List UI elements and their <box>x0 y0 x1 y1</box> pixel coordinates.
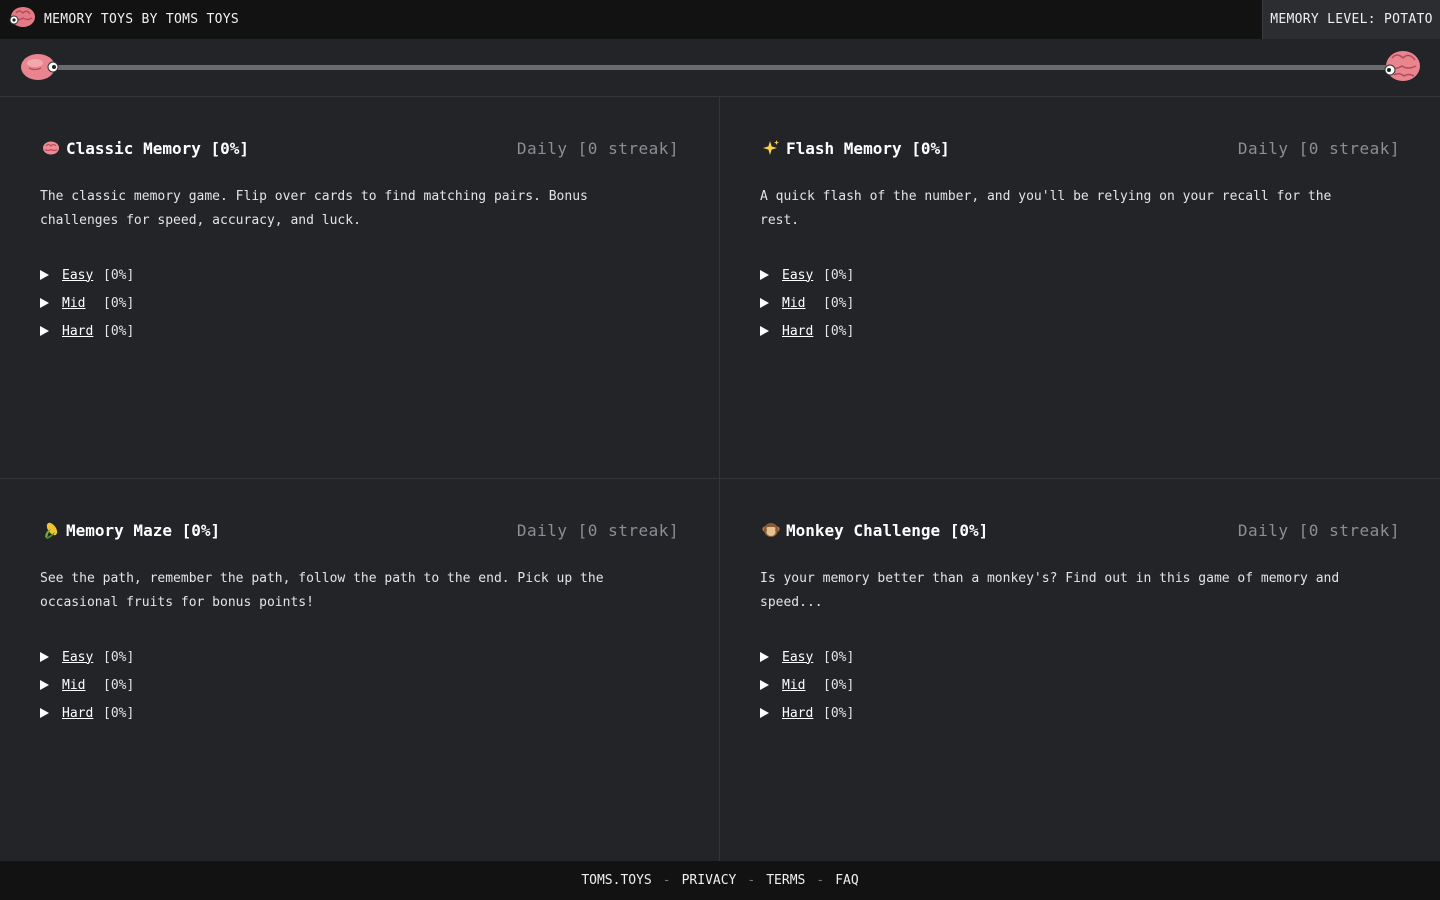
game-card-monkey-challenge: Monkey Challenge [0%] Daily [0 streak] I… <box>720 479 1440 861</box>
play-icon <box>760 326 769 336</box>
sparkles-icon <box>760 137 782 159</box>
level-mid[interactable]: Mid [0%] <box>40 671 679 699</box>
level-pct: [0%] <box>103 295 135 311</box>
monkey-icon <box>760 519 782 541</box>
daily-streak[interactable]: Daily [0 streak] <box>1238 139 1400 158</box>
play-icon <box>40 326 49 336</box>
level-pct: [0%] <box>823 649 855 665</box>
play-icon <box>40 680 49 690</box>
brain-icon <box>40 137 62 159</box>
game-title: Flash Memory <box>786 138 902 158</box>
level-link[interactable]: Hard <box>62 706 103 721</box>
play-icon <box>40 298 49 308</box>
level-link[interactable]: Mid <box>62 678 103 693</box>
level-pct: [0%] <box>823 677 855 693</box>
play-icon <box>760 708 769 718</box>
small-brain-icon <box>19 51 61 87</box>
daily-streak[interactable]: Daily [0 streak] <box>1238 521 1400 540</box>
footer-separator: - <box>816 873 825 888</box>
game-description: The classic memory game. Flip over cards… <box>40 189 588 228</box>
level-list: Easy [0%] Mid [0%] Hard [0%] <box>760 643 1400 727</box>
top-bar: MEMORY TOYS BY TOMS TOYS MEMORY LEVEL: P… <box>0 0 1440 39</box>
daily-streak[interactable]: Daily [0 streak] <box>517 139 679 158</box>
footer-link-faq[interactable]: FAQ <box>835 873 858 888</box>
level-link[interactable]: Hard <box>782 324 823 339</box>
corn-icon <box>40 519 62 541</box>
game-description: See the path, remember the path, follow … <box>40 571 604 610</box>
game-description: A quick flash of the number, and you'll … <box>760 189 1332 228</box>
game-description: Is your memory better than a monkey's? F… <box>760 571 1340 610</box>
progress-track <box>50 65 1390 70</box>
play-icon <box>40 708 49 718</box>
level-link[interactable]: Mid <box>782 296 823 311</box>
game-title: Monkey Challenge <box>786 520 941 540</box>
game-title-link[interactable]: Memory Maze [0%] <box>40 519 220 541</box>
level-pct: [0%] <box>103 677 135 693</box>
game-title-link[interactable]: Monkey Challenge [0%] <box>760 519 988 541</box>
level-link[interactable]: Easy <box>782 268 823 283</box>
level-pct: [0%] <box>103 267 135 283</box>
level-mid[interactable]: Mid [0%] <box>760 289 1400 317</box>
level-list: Easy [0%] Mid [0%] Hard [0%] <box>40 643 679 727</box>
level-pct: [0%] <box>823 705 855 721</box>
level-hard[interactable]: Hard [0%] <box>760 317 1400 345</box>
footer-separator: - <box>662 873 671 888</box>
level-easy[interactable]: Easy [0%] <box>760 261 1400 289</box>
footer: TOMS.TOYS - PRIVACY - TERMS - FAQ <box>0 861 1440 900</box>
level-hard[interactable]: Hard [0%] <box>760 699 1400 727</box>
footer-link-toms-toys[interactable]: TOMS.TOYS <box>581 873 651 888</box>
game-title-link[interactable]: Flash Memory [0%] <box>760 137 950 159</box>
level-pct: [0%] <box>823 295 855 311</box>
level-pct: [0%] <box>823 323 855 339</box>
level-pct: [0%] <box>103 705 135 721</box>
level-mid[interactable]: Mid [0%] <box>760 671 1400 699</box>
footer-link-privacy[interactable]: PRIVACY <box>682 873 737 888</box>
big-brain-icon <box>1381 48 1423 88</box>
play-icon <box>760 270 769 280</box>
brain-logo-icon <box>6 5 36 35</box>
level-easy[interactable]: Easy [0%] <box>40 261 679 289</box>
level-hard[interactable]: Hard [0%] <box>40 317 679 345</box>
level-mid[interactable]: Mid [0%] <box>40 289 679 317</box>
level-list: Easy [0%] Mid [0%] Hard [0%] <box>760 261 1400 345</box>
game-title: Memory Maze <box>66 520 172 540</box>
game-card-memory-maze: Memory Maze [0%] Daily [0 streak] See th… <box>0 479 720 861</box>
games-grid: Classic Memory [0%] Daily [0 streak] The… <box>0 97 1440 861</box>
level-link[interactable]: Easy <box>62 268 103 283</box>
level-easy[interactable]: Easy [0%] <box>40 643 679 671</box>
game-title: Classic Memory <box>66 138 201 158</box>
play-icon <box>760 298 769 308</box>
level-link[interactable]: Mid <box>782 678 823 693</box>
level-easy[interactable]: Easy [0%] <box>760 643 1400 671</box>
level-hard[interactable]: Hard [0%] <box>40 699 679 727</box>
level-link[interactable]: Easy <box>782 650 823 665</box>
level-link[interactable]: Easy <box>62 650 103 665</box>
level-pct: [0%] <box>103 323 135 339</box>
game-pct: [0%] <box>911 138 950 158</box>
level-link[interactable]: Hard <box>782 706 823 721</box>
level-pct: [0%] <box>103 649 135 665</box>
level-pct: [0%] <box>823 267 855 283</box>
game-pct: [0%] <box>181 520 221 540</box>
play-icon <box>760 680 769 690</box>
footer-separator: - <box>747 873 756 888</box>
play-icon <box>760 652 769 662</box>
play-icon <box>40 270 49 280</box>
game-title-link[interactable]: Classic Memory [0%] <box>40 137 249 159</box>
footer-link-terms[interactable]: TERMS <box>766 873 805 888</box>
brand-title: MEMORY TOYS BY TOMS TOYS <box>44 12 240 27</box>
memory-progress <box>0 39 1440 97</box>
daily-streak[interactable]: Daily [0 streak] <box>517 521 679 540</box>
game-pct: [0%] <box>210 138 250 158</box>
brand-link[interactable]: MEMORY TOYS BY TOMS TOYS <box>0 0 239 39</box>
level-link[interactable]: Hard <box>62 324 103 339</box>
memory-level-badge[interactable]: MEMORY LEVEL: POTATO <box>1262 0 1440 39</box>
game-card-classic-memory: Classic Memory [0%] Daily [0 streak] The… <box>0 97 720 479</box>
level-link[interactable]: Mid <box>62 296 103 311</box>
game-card-flash-memory: Flash Memory [0%] Daily [0 streak] A qui… <box>720 97 1440 479</box>
level-list: Easy [0%] Mid [0%] Hard [0%] <box>40 261 679 345</box>
play-icon <box>40 652 49 662</box>
game-pct: [0%] <box>949 520 989 540</box>
